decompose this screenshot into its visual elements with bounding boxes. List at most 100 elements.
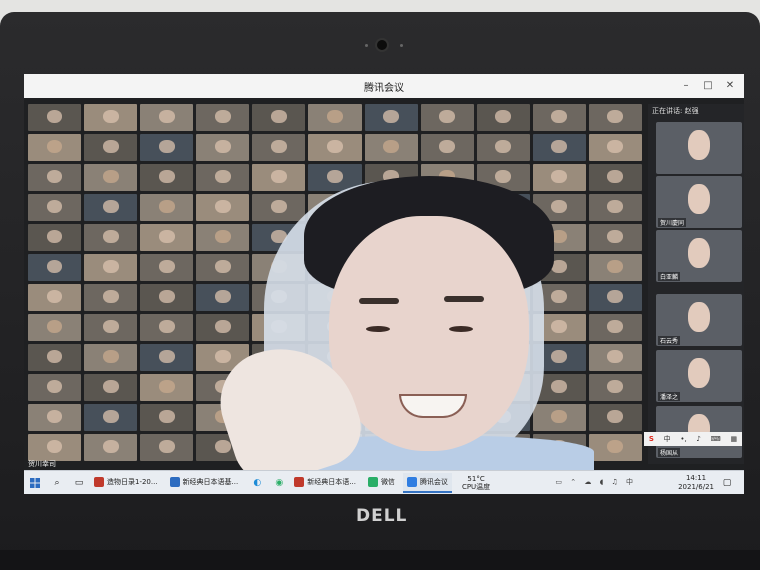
participant-video-tile[interactable] — [588, 194, 642, 221]
participant-video-tile[interactable] — [28, 284, 82, 311]
sensor-dot — [400, 44, 403, 47]
active-speaker-video[interactable] — [114, 136, 594, 493]
participant-face — [688, 302, 710, 332]
participant-name: 石云秀 — [658, 336, 681, 345]
participant-video-tile[interactable] — [588, 164, 642, 191]
participant-face — [688, 130, 710, 160]
participant-video-tile[interactable] — [28, 104, 82, 131]
notification-icon[interactable]: ▢ — [720, 476, 734, 490]
app-icon — [406, 477, 417, 487]
participant-face — [688, 238, 710, 268]
participant-video-tile[interactable] — [140, 104, 194, 131]
ime-keyboard-icon[interactable]: ⌨ — [711, 435, 721, 443]
participant-video-tile[interactable] — [476, 104, 530, 131]
dell-logo: DELL — [356, 506, 408, 526]
app-icon — [169, 477, 180, 487]
participant-name: 白亚麟 — [658, 272, 681, 281]
active-speaker-name: 贺川幸司 — [28, 460, 56, 468]
participant-video-tile[interactable] — [84, 104, 138, 131]
taskbar-app-active[interactable]: 腾讯会议 — [402, 473, 452, 493]
speaker-eye — [366, 326, 390, 332]
side-video-tile[interactable]: 白亚麟 — [656, 230, 742, 282]
close-icon[interactable]: ✕ — [722, 78, 738, 94]
edge-icon[interactable]: ◐ — [250, 476, 264, 490]
speaker-brow — [444, 296, 484, 302]
participant-video-tile[interactable] — [588, 254, 642, 281]
clock-time: 14:11 — [685, 474, 707, 482]
sogou-ime-icon: S — [648, 435, 654, 443]
sensor-dot — [365, 44, 368, 47]
participant-video-tile[interactable] — [588, 434, 642, 461]
participant-video-tile[interactable] — [28, 374, 82, 401]
participant-face — [688, 184, 710, 214]
participant-video-tile[interactable] — [364, 104, 418, 131]
windows-start-icon[interactable] — [28, 476, 42, 490]
participant-video-tile[interactable] — [28, 194, 82, 221]
taskbar-app-label: 微信 — [380, 478, 395, 486]
ime-menu-icon[interactable]: ▦ — [730, 435, 737, 443]
side-video-tile[interactable]: 石云秀 — [656, 294, 742, 346]
window-title: 腾讯会议 — [364, 83, 404, 94]
taskbar-app[interactable]: 微信 — [364, 473, 399, 493]
app-icon — [367, 477, 378, 487]
participant-video-tile[interactable] — [28, 134, 82, 161]
participant-video-tile[interactable] — [588, 284, 642, 311]
window-titlebar: 腾讯会议 – □ ✕ — [24, 74, 744, 98]
participant-video-tile[interactable] — [28, 434, 82, 461]
speaking-indicator: 正在讲话: 赵强 — [652, 107, 699, 115]
participant-face — [688, 358, 710, 388]
participant-video-tile[interactable] — [588, 134, 642, 161]
ime-punct-icon[interactable]: •, — [680, 435, 686, 443]
participant-video-tile[interactable] — [588, 374, 642, 401]
task-view-icon[interactable]: ▭ — [72, 476, 86, 490]
cpu-temp-label: CPU温度 — [461, 483, 491, 491]
ime-mic-icon[interactable]: ♪ — [696, 435, 700, 443]
side-video-tile[interactable]: 潘泽之 — [656, 350, 742, 402]
speaker-side-panel: 正在讲话: 赵强 贺川慶同 白亚麟 石云秀 潘泽之 杨国从 — [648, 104, 744, 464]
participant-video-tile[interactable] — [588, 314, 642, 341]
chrome-icon[interactable]: ◉ — [272, 476, 286, 490]
participant-video-tile[interactable] — [28, 404, 82, 431]
participant-name: 贺川慶同 — [658, 218, 687, 227]
participant-video-tile[interactable] — [588, 104, 642, 131]
windows-taskbar: ⌕ ▭ 造物日录1-20... 新经典日本语基... ◐ ◉ 新经典日本语...… — [24, 470, 744, 494]
participant-video-tile[interactable] — [588, 404, 642, 431]
participant-name: 杨国从 — [658, 448, 681, 457]
participant-video-tile[interactable] — [308, 104, 362, 131]
ime-mode-label[interactable]: 中 — [664, 434, 671, 444]
system-tray[interactable]: ▭ ⌃ ☁ ◖ ♫ 中 — [555, 477, 636, 487]
cpu-temp-widget[interactable]: 51°C CPU温度 — [462, 475, 490, 491]
laptop-base — [0, 550, 760, 570]
taskbar-app[interactable]: 新经典日本语基... — [166, 473, 243, 493]
maximize-icon[interactable]: □ — [700, 78, 716, 94]
participant-video-tile[interactable] — [252, 104, 306, 131]
app-icon — [94, 477, 104, 487]
speaker-eye — [449, 326, 473, 332]
participant-video-tile[interactable] — [532, 104, 586, 131]
webcam-icon — [377, 40, 387, 50]
participant-video-tile[interactable] — [420, 104, 474, 131]
taskbar-app[interactable]: 新经典日本语... — [290, 473, 360, 493]
side-video-tile[interactable] — [656, 122, 742, 174]
participant-video-tile[interactable] — [588, 344, 642, 371]
participant-video-tile[interactable] — [28, 254, 82, 281]
laptop-screen: 腾讯会议 – □ ✕ 正在讲话: 赵强 贺川慶同 白亚麟 石云秀 潘泽之 杨国从… — [24, 74, 744, 494]
ime-toolbar[interactable]: S 中 •, ♪ ⌨ ▦ — [644, 432, 742, 446]
participant-video-tile[interactable] — [196, 104, 250, 131]
taskbar-app-label: 造物日录1-20... — [107, 478, 158, 486]
clock-date: 2021/6/21 — [678, 483, 714, 491]
participant-video-tile[interactable] — [28, 164, 82, 191]
participant-video-tile[interactable] — [28, 314, 82, 341]
search-icon[interactable]: ⌕ — [50, 476, 64, 490]
taskbar-app[interactable]: 造物日录1-20... — [90, 473, 162, 493]
participant-video-tile[interactable] — [588, 224, 642, 251]
taskbar-clock[interactable]: 14:11 2021/6/21 — [678, 474, 714, 492]
speaker-brow — [359, 298, 399, 304]
minimize-icon[interactable]: – — [678, 78, 694, 94]
participant-video-tile[interactable] — [28, 344, 82, 371]
app-icon — [294, 477, 305, 487]
taskbar-app-label: 新经典日本语基... — [182, 478, 239, 486]
cpu-temp-value: 51°C — [467, 475, 485, 483]
side-video-tile[interactable]: 贺川慶同 — [656, 176, 742, 228]
participant-video-tile[interactable] — [28, 224, 82, 251]
